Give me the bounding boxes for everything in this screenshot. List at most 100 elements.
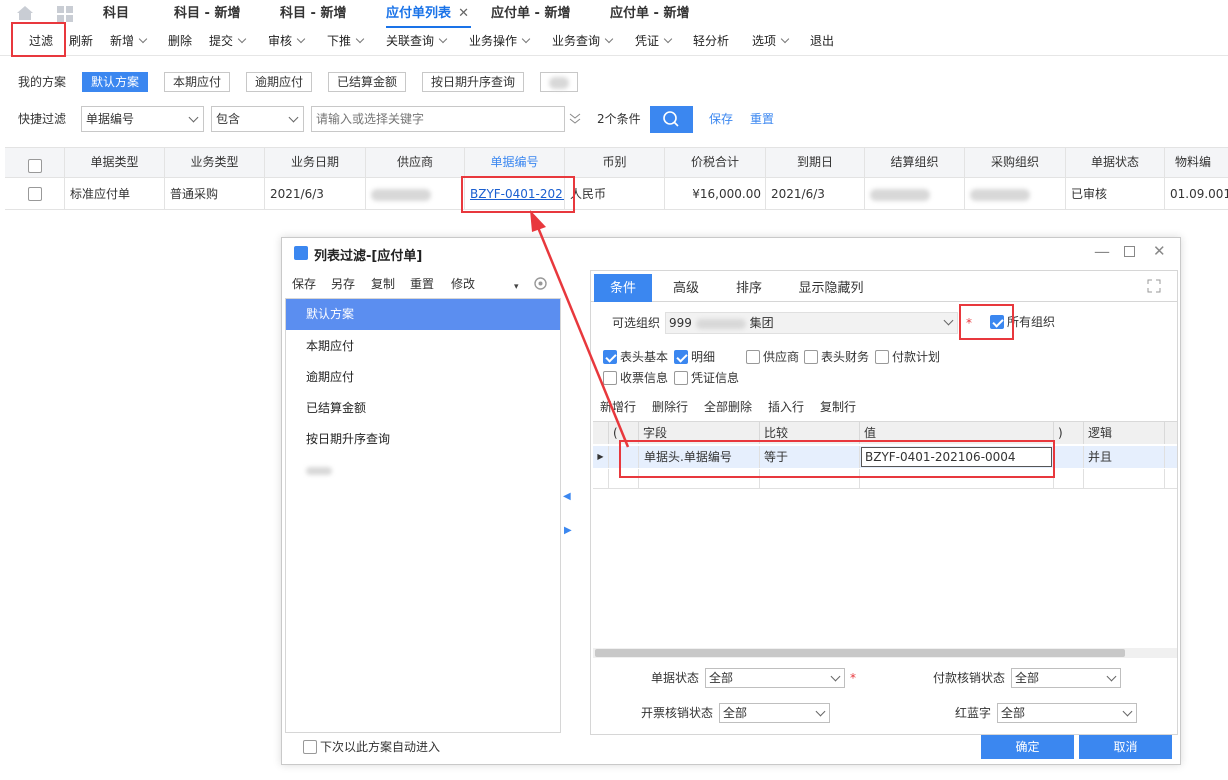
scheme-item-blurred[interactable]: [286, 455, 560, 486]
grid-cell-field[interactable]: 单据头.单据编号: [639, 446, 760, 468]
tab-payable-list[interactable]: 应付单列表 ✕: [386, 0, 472, 28]
tab-subject[interactable]: 科目: [103, 0, 129, 28]
org-select[interactable]: 999 集团: [665, 312, 958, 334]
related-query-button[interactable]: 关联查询: [386, 28, 448, 56]
bill-status-select[interactable]: 全部: [705, 668, 845, 688]
tab-subject-new-2[interactable]: 科目 - 新增: [280, 0, 346, 28]
light-analysis-button[interactable]: 轻分析: [693, 28, 729, 56]
search-button[interactable]: [650, 106, 693, 133]
business-ops-button[interactable]: 业务操作: [469, 28, 531, 56]
tab-subject-new-1[interactable]: 科目 - 新增: [174, 0, 240, 28]
delete-button[interactable]: 删除: [168, 28, 192, 56]
refresh-button[interactable]: 刷新: [69, 28, 93, 56]
scheme-overdue-payable[interactable]: 逾期应付: [246, 72, 313, 92]
new-button[interactable]: 新增: [110, 28, 148, 56]
col-settle-org[interactable]: 结算组织: [865, 148, 965, 177]
delete-all-button[interactable]: 全部删除: [704, 397, 752, 417]
tab-payable-new-2[interactable]: 应付单 - 新增: [610, 0, 689, 28]
row-checkbox[interactable]: [27, 186, 42, 201]
pay-status-select[interactable]: 全部: [1011, 668, 1121, 688]
tab-payable-new-1[interactable]: 应付单 - 新增: [491, 0, 570, 28]
quick-filter-field-select[interactable]: 单据编号: [81, 106, 204, 132]
col-supplier[interactable]: 供应商: [366, 148, 465, 177]
reset-link[interactable]: 重置: [750, 109, 774, 129]
scrollbar-thumb[interactable]: [595, 649, 1125, 657]
col-due-date[interactable]: 到期日: [766, 148, 865, 177]
check-header-basic[interactable]: 表头基本: [603, 349, 668, 365]
push-button[interactable]: 下推: [327, 28, 365, 56]
tab-sort[interactable]: 排序: [721, 274, 777, 302]
scheme-current-payable[interactable]: 本期应付: [164, 72, 231, 92]
fullscreen-icon[interactable]: [1147, 279, 1161, 293]
add-row-button[interactable]: 新增行: [600, 397, 636, 417]
ok-button[interactable]: 确定: [981, 735, 1074, 759]
check-invoice-info[interactable]: 收票信息: [603, 370, 668, 386]
save-link[interactable]: 保存: [709, 109, 733, 129]
close-icon[interactable]: ✕: [1153, 242, 1166, 260]
quick-filter-keyword-input[interactable]: [311, 106, 565, 132]
audit-button[interactable]: 审核: [268, 28, 306, 56]
redblue-select[interactable]: 全部: [997, 703, 1137, 723]
auto-enter-checkbox[interactable]: 下次以此方案自动进入: [303, 739, 440, 755]
grid-empty-row[interactable]: [593, 469, 1177, 489]
scheme-item-date-asc[interactable]: 按日期升序查询: [286, 424, 560, 455]
apps-grid-icon[interactable]: [56, 5, 74, 23]
exit-button[interactable]: 退出: [810, 28, 834, 56]
grid-cell-close-paren[interactable]: [1054, 446, 1084, 468]
col-biz-date[interactable]: 业务日期: [265, 148, 366, 177]
dlg-copy-button[interactable]: 复制: [371, 274, 395, 294]
grid-cell-value[interactable]: BZYF-0401-202106-0004: [860, 446, 1054, 468]
tab-show-hide-columns[interactable]: 显示隐藏列: [787, 274, 875, 302]
table-row[interactable]: 标准应付单 普通采购 2021/6/3 BZYF-0401-2021 人民币 ¥…: [5, 178, 1228, 210]
cell-bill-no-link[interactable]: BZYF-0401-2021: [465, 178, 565, 209]
col-biz-type[interactable]: 业务类型: [165, 148, 265, 177]
sort-down-icon[interactable]: ▾: [514, 282, 519, 292]
dlg-saveas-button[interactable]: 另存: [331, 274, 355, 294]
scheme-blurred[interactable]: [540, 72, 578, 92]
col-bill-type[interactable]: 单据类型: [65, 148, 165, 177]
tab-condition[interactable]: 条件: [594, 274, 652, 302]
check-supplier[interactable]: 供应商: [746, 349, 799, 365]
all-orgs-checkbox[interactable]: 所有组织: [990, 314, 1055, 330]
submit-button[interactable]: 提交: [209, 28, 247, 56]
dlg-save-button[interactable]: 保存: [292, 274, 316, 294]
col-bill-status[interactable]: 单据状态: [1066, 148, 1165, 177]
collapse-left-icon[interactable]: ◀: [563, 491, 571, 502]
col-amount[interactable]: 价税合计: [665, 148, 766, 177]
grid-cell-logic[interactable]: 并且: [1084, 446, 1165, 468]
quick-filter-op-select[interactable]: 包含: [211, 106, 304, 132]
scheme-default[interactable]: 默认方案: [82, 72, 149, 92]
scheme-item-settled[interactable]: 已结算金额: [286, 393, 560, 424]
copy-row-button[interactable]: 复制行: [820, 397, 856, 417]
scheme-settled-amount[interactable]: 已结算金额: [328, 72, 407, 92]
check-detail[interactable]: 明细: [674, 349, 715, 365]
select-all-checkbox[interactable]: [27, 159, 42, 173]
business-query-button[interactable]: 业务查询: [552, 28, 614, 56]
grid-row[interactable]: ▶ 单据头.单据编号 等于 BZYF-0401-202106-0004 并且: [593, 446, 1177, 468]
options-button[interactable]: 选项: [752, 28, 790, 56]
scheme-date-asc[interactable]: 按日期升序查询: [422, 72, 525, 92]
tab-advanced[interactable]: 高级: [659, 274, 713, 302]
double-chevron-down-icon[interactable]: [569, 113, 581, 125]
expand-right-icon[interactable]: ▶: [564, 525, 572, 536]
minimize-icon[interactable]: —: [1094, 242, 1110, 261]
scheme-item-default[interactable]: 默认方案: [286, 299, 560, 330]
grid-value-input[interactable]: BZYF-0401-202106-0004: [861, 447, 1052, 467]
invoice-status-select[interactable]: 全部: [719, 703, 830, 723]
delete-row-button[interactable]: 删除行: [652, 397, 688, 417]
scheme-item-current[interactable]: 本期应付: [286, 331, 560, 362]
gear-icon[interactable]: [533, 276, 548, 291]
col-material[interactable]: 物料编: [1165, 148, 1228, 177]
dlg-modify-button[interactable]: 修改: [451, 274, 475, 294]
voucher-button[interactable]: 凭证: [635, 28, 673, 56]
insert-row-button[interactable]: 插入行: [768, 397, 804, 417]
dialog-titlebar[interactable]: 列表过滤-[应付单] — ✕: [282, 238, 1180, 268]
cancel-button[interactable]: 取消: [1079, 735, 1172, 759]
horizontal-scrollbar[interactable]: [593, 648, 1177, 658]
col-bill-no[interactable]: 单据编号: [465, 148, 565, 177]
close-icon[interactable]: ✕: [458, 0, 469, 28]
check-header-finance[interactable]: 表头财务: [804, 349, 869, 365]
home-icon[interactable]: [16, 5, 34, 21]
scheme-item-overdue[interactable]: 逾期应付: [286, 362, 560, 393]
col-currency[interactable]: 币别: [565, 148, 665, 177]
